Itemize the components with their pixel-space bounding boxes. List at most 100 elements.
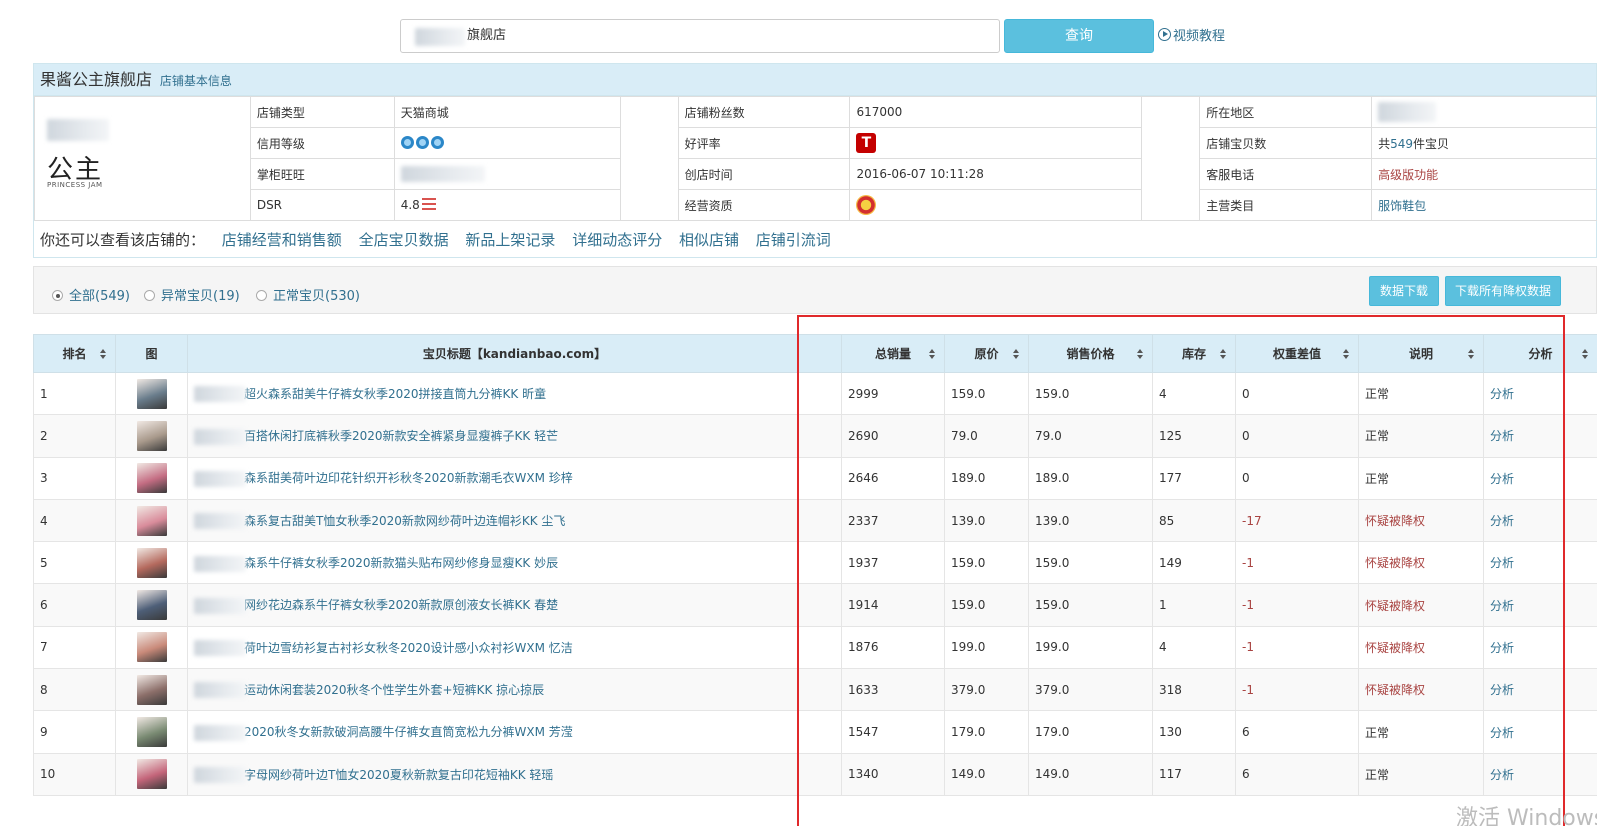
radio-all[interactable]: 全部(549) <box>52 285 130 304</box>
product-thumbnail[interactable] <box>136 674 167 705</box>
col-weight-diff-header[interactable]: 权重差值 <box>1235 334 1359 373</box>
cell-rank: 2 <box>33 414 116 458</box>
category-link[interactable]: 服饰鞋包 <box>1378 199 1426 213</box>
radio-normal[interactable]: 正常宝贝(530) <box>256 285 360 304</box>
cell-price: 179.0 <box>1028 710 1153 754</box>
dsr-level-icon <box>421 198 436 210</box>
product-thumbnail[interactable] <box>136 505 167 536</box>
col-rank-header[interactable]: 排名 <box>33 334 116 373</box>
product-title-link[interactable]: 字母网纱荷叶边T恤女2020夏秋新款复古印花短袖KK 轻瑶 <box>244 768 553 782</box>
cell-note: 正常 <box>1358 414 1484 458</box>
cell-weight-diff: 0 <box>1235 456 1359 500</box>
cell-note: 正常 <box>1358 710 1484 754</box>
search-input[interactable]: 旗舰店 <box>400 19 1000 53</box>
premium-feature-link[interactable]: 高级版功能 <box>1378 168 1438 182</box>
cell-image <box>115 498 188 543</box>
cell-orig-price: 149.0 <box>944 752 1029 796</box>
product-thumbnail[interactable] <box>136 590 167 621</box>
cell-weight-diff: 0 <box>1235 414 1359 458</box>
cell-price: 159.0 <box>1028 541 1153 585</box>
cell-rank: 3 <box>33 456 116 500</box>
cell-image <box>115 541 188 585</box>
sort-icon[interactable] <box>100 349 107 360</box>
product-thumbnail[interactable] <box>136 632 167 663</box>
search-blurred-text <box>415 28 465 46</box>
product-title-link[interactable]: 森系复古甜美T恤女秋季2020新款网纱荷叶边连帽衫KK 尘飞 <box>244 514 565 528</box>
link-similar-shops[interactable]: 相似店铺 <box>679 231 739 249</box>
product-thumbnail[interactable] <box>136 759 167 790</box>
radio-abnormal[interactable]: 异常宝贝(19) <box>144 285 240 304</box>
sort-icon[interactable] <box>1137 349 1144 360</box>
col-orig-price-header[interactable]: 原价 <box>944 334 1029 373</box>
download-button[interactable]: 数据下载 <box>1369 276 1439 306</box>
product-title-link[interactable]: 百搭休闲打底裤秋季2020新款安全裤紧身显瘦裤子KK 轻芒 <box>244 429 558 443</box>
col-note-header[interactable]: 说明 <box>1358 334 1484 373</box>
cell-price: 199.0 <box>1028 625 1153 670</box>
col-sales-header[interactable]: 总销量 <box>841 334 945 373</box>
cell-note: 怀疑被降权 <box>1358 583 1484 627</box>
link-dsr-detail[interactable]: 详细动态评分 <box>572 231 662 249</box>
product-thumbnail[interactable] <box>136 463 167 494</box>
sort-icon[interactable] <box>1468 349 1475 360</box>
item-count-link[interactable]: 549 <box>1390 137 1413 151</box>
product-thumbnail[interactable] <box>136 547 167 578</box>
query-button[interactable]: 查询 <box>1004 19 1154 53</box>
cell-title: 字母网纱荷叶边T恤女2020夏秋新款复古印花短袖KK 轻瑶 <box>187 752 842 796</box>
title-blurred <box>194 640 246 657</box>
col-stock-header[interactable]: 库存 <box>1152 334 1236 373</box>
cell-title: 超火森系甜美牛仔裤女秋季2020拼接直筒九分裤KK 昕童 <box>187 371 842 416</box>
link-all-items[interactable]: 全店宝贝数据 <box>359 231 449 249</box>
video-tutorial-link[interactable]: 视频教程 <box>1158 25 1225 44</box>
sort-icon[interactable] <box>1220 349 1227 360</box>
sort-icon[interactable] <box>929 349 936 360</box>
crown-icon <box>415 136 429 149</box>
product-title-link[interactable]: 荷叶边雪纺衫复古衬衫女秋冬2020设计感小众衬衫WXM 忆洁 <box>244 641 573 655</box>
cell-orig-price: 189.0 <box>944 456 1029 500</box>
cell-image <box>115 668 188 712</box>
cell-stock: 4 <box>1152 371 1236 416</box>
link-new-items[interactable]: 新品上架记录 <box>465 231 555 249</box>
col-analyze-header[interactable]: 分析 <box>1483 334 1597 373</box>
cell-price: 379.0 <box>1028 668 1153 712</box>
product-thumbnail[interactable] <box>136 378 167 409</box>
table-row: 3 森系甜美荷叶边印花针织开衫秋冬2020新款潮毛衣WXM 珍梓 2646 189.0… <box>33 456 1597 500</box>
search-value: 旗舰店 <box>467 28 507 43</box>
cell-orig-price: 199.0 <box>944 625 1029 670</box>
cell-analyze: 分析 <box>1483 625 1597 670</box>
sort-icon[interactable] <box>1013 349 1020 360</box>
value-rating: T <box>849 127 1143 159</box>
more-links-row: 你还可以查看该店铺的： 店铺经营和销售额 全店宝贝数据 新品上架记录 详细动态评… <box>40 231 831 249</box>
sort-icon[interactable] <box>1582 349 1589 360</box>
tmall-badge-icon: T <box>856 133 877 153</box>
download-all-demoted-button[interactable]: 下载所有降权数据 <box>1445 276 1561 306</box>
title-blurred <box>194 555 246 572</box>
link-sales[interactable]: 店铺经营和销售额 <box>222 231 342 249</box>
product-title-link[interactable]: 网纱花边森系牛仔裤女秋季2020新款原创液女长裤KK 春楚 <box>244 598 558 612</box>
label-dsr: DSR <box>249 189 395 221</box>
col-price-header[interactable]: 销售价格 <box>1028 334 1153 373</box>
product-title-link[interactable]: 运动休闲套装2020秋冬个性学生外套+短裤KK 掠心掠辰 <box>244 683 544 697</box>
cell-image <box>115 371 188 416</box>
product-title-link[interactable]: 森系甜美荷叶边印花针织开衫秋冬2020新款潮毛衣WXM 珍梓 <box>244 471 573 485</box>
product-title-link[interactable]: 2020秋冬女新款破洞高腰牛仔裤女直筒宽松九分裤WXM 芳滢 <box>244 725 573 739</box>
cell-stock: 117 <box>1152 752 1236 796</box>
product-title-link[interactable]: 森系牛仔裤女秋季2020新款猫头贴布网纱修身显瘦KK 妙辰 <box>244 556 558 570</box>
cell-orig-price: 139.0 <box>944 498 1029 543</box>
cell-note: 正常 <box>1358 456 1484 500</box>
cell-image <box>115 583 188 627</box>
crown-icon <box>400 136 414 149</box>
link-traffic-words[interactable]: 店铺引流词 <box>756 231 831 249</box>
sort-icon[interactable] <box>1343 349 1350 360</box>
cell-analyze: 分析 <box>1483 752 1597 796</box>
radio-checked-icon <box>52 290 63 301</box>
product-title-link[interactable]: 超火森系甜美牛仔裤女秋季2020拼接直筒九分裤KK 昕童 <box>244 387 546 401</box>
product-thumbnail[interactable] <box>136 717 167 748</box>
cell-rank: 4 <box>33 498 116 543</box>
shop-name: 果酱公主旗舰店 <box>40 70 153 89</box>
cell-image <box>115 752 188 796</box>
cell-orig-price: 159.0 <box>944 583 1029 627</box>
cell-sales: 1914 <box>841 583 945 627</box>
product-thumbnail[interactable] <box>136 420 167 451</box>
cell-sales: 1876 <box>841 625 945 670</box>
license-emblem-icon[interactable] <box>856 195 877 215</box>
